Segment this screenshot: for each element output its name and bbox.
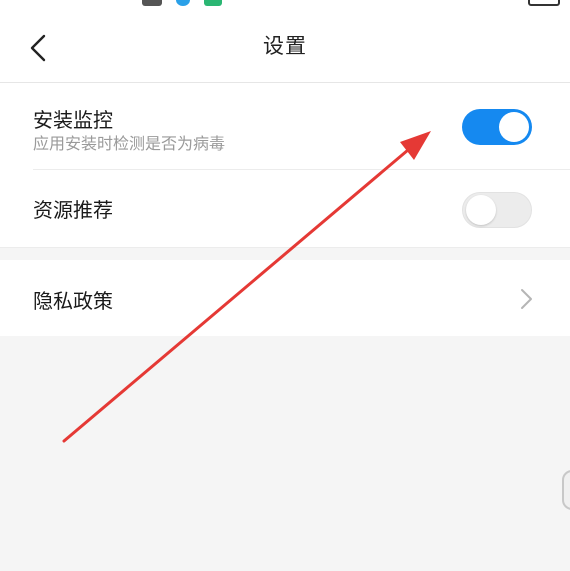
resource-recommend-toggle[interactable]	[462, 192, 532, 228]
chevron-right-icon	[521, 289, 532, 309]
status-bar	[0, 0, 570, 8]
toggle-knob	[499, 112, 529, 142]
install-monitor-toggle[interactable]	[462, 109, 532, 145]
toggle-knob	[466, 195, 496, 225]
install-monitor-label: 安装监控	[33, 108, 113, 132]
settings-group-main: 安装监控 应用安装时检测是否为病毒 资源推荐	[0, 83, 570, 248]
status-app-icon	[204, 0, 222, 6]
status-app-icon	[142, 0, 162, 6]
floating-edge-handle[interactable]	[562, 470, 570, 510]
setting-row-install-monitor: 安装监控 应用安装时检测是否为病毒	[0, 83, 570, 169]
setting-row-privacy-policy[interactable]: 隐私政策	[0, 260, 570, 336]
status-app-icon	[176, 0, 190, 6]
resource-recommend-label: 资源推荐	[33, 198, 113, 222]
setting-row-resource-recommend: 资源推荐	[0, 170, 570, 247]
settings-screen: 设置 安装监控 应用安装时检测是否为病毒 资源推荐 隐私政策	[0, 0, 570, 571]
install-monitor-description: 应用安装时检测是否为病毒	[33, 134, 226, 153]
battery-icon	[528, 0, 560, 6]
header-bar: 设置	[0, 8, 570, 83]
privacy-policy-label: 隐私政策	[33, 289, 113, 313]
page-title: 设置	[263, 34, 307, 58]
